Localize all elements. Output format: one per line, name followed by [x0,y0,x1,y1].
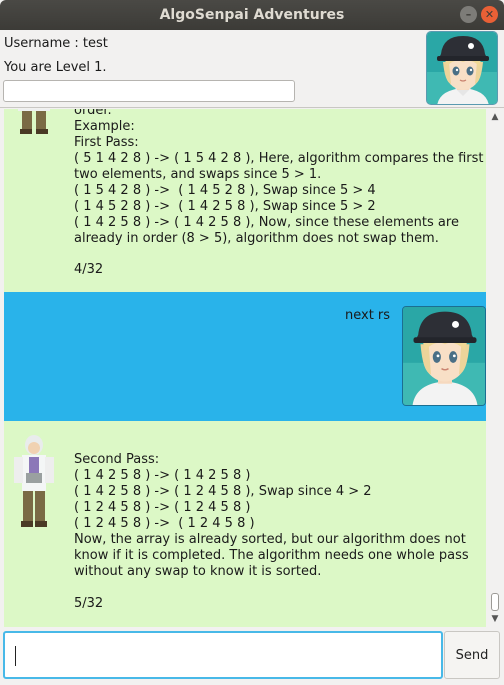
close-icon[interactable]: ✕ [481,6,498,23]
message-counter: 4/32 [74,262,104,277]
bot-message: Second Pass: ( 1 4 2 5 8 ) -> ( 1 4 2 5 … [4,421,486,627]
player-avatar [426,31,498,105]
chat-area[interactable]: order. Example: First Pass: ( 5 1 4 2 8 … [4,109,486,627]
scroll-down-icon[interactable]: ▼ [490,614,500,624]
scrollbar-thumb[interactable] [491,593,499,611]
bot-message: order. Example: First Pass: ( 5 1 4 2 8 … [4,109,486,292]
user-avatar [402,306,486,406]
minimize-icon[interactable]: – [460,6,477,23]
window-title: AlgoSenpai Adventures [159,7,345,23]
message-counter: 5/32 [74,596,104,611]
status-header: Username : test You are Level 1. [0,30,504,108]
user-message-text: next rs [345,308,391,323]
user-message: next rs [4,292,486,421]
bot-message-text: Second Pass: ( 1 4 2 5 8 ) -> ( 1 4 2 5 … [74,452,469,579]
text-caret [15,646,16,666]
scroll-up-icon[interactable]: ▲ [490,112,500,122]
composer-bar: Send [0,627,504,685]
message-input[interactable] [3,631,443,679]
window-titlebar: AlgoSenpai Adventures – ✕ [0,0,504,30]
username-label: Username : test [4,36,108,51]
level-label: You are Level 1. [4,60,107,75]
header-text-field[interactable] [3,80,295,102]
professor-avatar [18,109,50,134]
professor-avatar [14,435,54,527]
chat-scrollbar[interactable]: ▲ ▼ [486,109,504,627]
bot-message-text: order. Example: First Pass: ( 5 1 4 2 8 … [74,109,484,246]
send-button[interactable]: Send [444,631,500,679]
